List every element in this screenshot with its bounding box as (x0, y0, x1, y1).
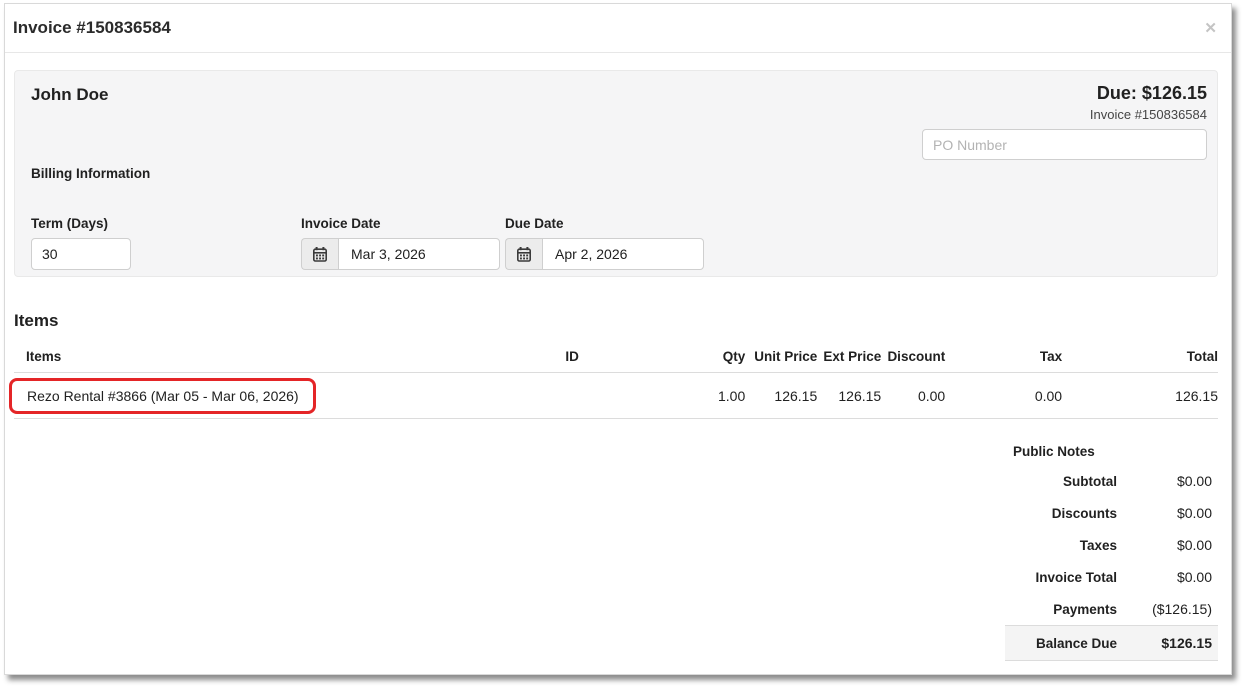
term-label: Term (Days) (31, 216, 301, 231)
public-notes-label[interactable]: Public Notes (1005, 444, 1218, 459)
discounts-value: $0.00 (1117, 505, 1212, 521)
table-row[interactable]: Rezo Rental #3866 (Mar 05 - Mar 06, 2026… (14, 373, 1218, 419)
items-table: Items ID Qty Unit Price Ext Price Discou… (14, 340, 1218, 419)
billing-information-label: Billing Information (31, 166, 150, 181)
payments-value: ($126.15) (1117, 601, 1212, 617)
column-header-qty: Qty (705, 340, 745, 373)
summary-row-payments: Payments ($126.15) (1005, 593, 1218, 625)
item-id (565, 373, 705, 419)
invoice-total-label: Invoice Total (1005, 570, 1117, 585)
billing-panel: John Doe Due: $126.15 Invoice #150836584… (14, 70, 1218, 277)
item-discount: 0.00 (881, 373, 945, 419)
modal-header: Invoice #150836584 ✕ (5, 4, 1231, 53)
modal-title: Invoice #150836584 (13, 18, 171, 38)
due-date-group: Due Date (505, 216, 704, 270)
balance-due-value: $126.15 (1117, 635, 1212, 651)
close-icon[interactable]: ✕ (1204, 21, 1217, 36)
invoice-number: Invoice #150836584 (922, 107, 1207, 122)
customer-name: John Doe (31, 83, 108, 160)
summary-row-discounts: Discounts $0.00 (1005, 497, 1218, 529)
summary-row-taxes: Taxes $0.00 (1005, 529, 1218, 561)
invoice-date-label: Invoice Date (301, 216, 500, 231)
due-amount: Due: $126.15 (922, 83, 1207, 104)
discounts-label: Discounts (1005, 506, 1117, 521)
taxes-value: $0.00 (1117, 537, 1212, 553)
invoice-summary: Public Notes Subtotal $0.00 Discounts $0… (1005, 444, 1218, 661)
column-header-discount: Discount (881, 340, 945, 373)
calendar-icon (313, 247, 327, 262)
term-field-group: Term (Days) (31, 216, 301, 270)
invoice-modal: Invoice #150836584 ✕ John Doe Due: $126.… (4, 3, 1232, 675)
items-table-header-row: Items ID Qty Unit Price Ext Price Discou… (14, 340, 1218, 373)
term-input[interactable] (31, 238, 131, 270)
column-header-ext-price: Ext Price (817, 340, 881, 373)
column-header-tax: Tax (945, 340, 1062, 373)
taxes-label: Taxes (1005, 538, 1117, 553)
summary-row-balance-due: Balance Due $126.15 (1005, 625, 1218, 661)
item-tax: 0.00 (945, 373, 1062, 419)
highlighted-item-name[interactable]: Rezo Rental #3866 (Mar 05 - Mar 06, 2026… (9, 378, 316, 414)
column-header-total: Total (1062, 340, 1218, 373)
item-total: 126.15 (1062, 373, 1218, 419)
due-date-label: Due Date (505, 216, 704, 231)
column-header-unit-price: Unit Price (745, 340, 817, 373)
subtotal-value: $0.00 (1117, 473, 1212, 489)
invoice-date-input[interactable] (338, 238, 500, 270)
column-header-id: ID (565, 340, 705, 373)
item-ext-price: 126.15 (817, 373, 881, 419)
calendar-icon (517, 247, 531, 262)
po-number-input[interactable] (922, 129, 1207, 160)
due-date-input[interactable] (542, 238, 704, 270)
summary-row-subtotal: Subtotal $0.00 (1005, 465, 1218, 497)
column-header-items: Items (14, 340, 565, 373)
calendar-button[interactable] (505, 238, 542, 270)
subtotal-label: Subtotal (1005, 474, 1117, 489)
invoice-date-group: Invoice Date (301, 216, 500, 270)
items-section-heading: Items (14, 311, 1218, 331)
item-qty: 1.00 (705, 373, 745, 419)
modal-content: John Doe Due: $126.15 Invoice #150836584… (5, 53, 1231, 661)
invoice-total-value: $0.00 (1117, 569, 1212, 585)
balance-due-label: Balance Due (1005, 636, 1117, 651)
calendar-button[interactable] (301, 238, 338, 270)
payments-label: Payments (1005, 602, 1117, 617)
summary-row-invoice-total: Invoice Total $0.00 (1005, 561, 1218, 593)
item-unit-price: 126.15 (745, 373, 817, 419)
